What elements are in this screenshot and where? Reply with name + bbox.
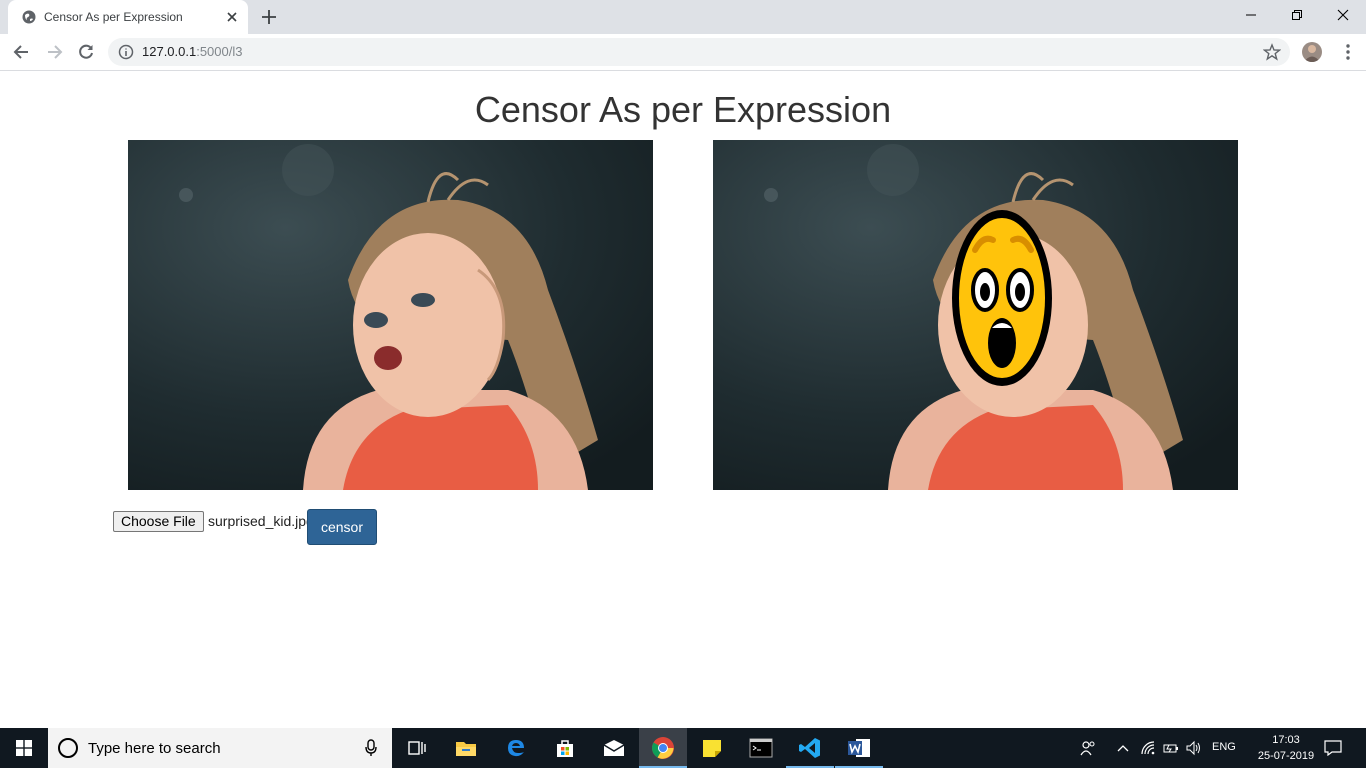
tab-strip: Censor As per Expression [0,0,1366,34]
cortana-icon [58,738,78,758]
notification-icon[interactable] [1324,740,1342,756]
back-arrow-icon[interactable] [12,42,32,62]
chevron-up-icon[interactable] [1115,740,1131,756]
profile-picture [1304,45,1320,62]
close-window-button[interactable] [1320,0,1366,30]
globe-icon [22,10,36,24]
edge-icon [508,740,524,757]
info-icon[interactable] [118,44,134,60]
taskbar: Type here to search ENG 17:03 25-07-2019 [0,728,1366,768]
censor-button[interactable]: censor [307,509,377,545]
close-icon[interactable] [224,9,240,25]
restore-button[interactable] [1274,0,1320,30]
command-prompt-button[interactable] [737,728,785,768]
selected-file-name: surprised_kid.jpg [208,513,308,529]
forward-arrow-icon[interactable] [44,42,64,62]
edge-button[interactable] [492,728,540,768]
close-icon [1337,9,1349,21]
battery-icon[interactable] [1163,740,1179,756]
address-bar[interactable]: 127.0.0.1:5000/l3 [108,38,1290,66]
microphone-icon[interactable] [364,739,378,757]
people-icon[interactable] [1080,740,1096,756]
tab-active[interactable]: Censor As per Expression [8,0,248,34]
vscode-icon [799,738,820,758]
volume-icon[interactable] [1186,740,1202,756]
browser-toolbar: 127.0.0.1:5000/l3 [0,34,1366,71]
star-icon[interactable] [1263,43,1281,61]
file-explorer-button[interactable] [442,728,490,768]
clock-time: 17:03 [1272,734,1300,746]
search-placeholder: Type here to search [88,740,221,757]
folder-icon [456,742,476,756]
chrome-icon [652,737,674,759]
tab-title: Censor As per Expression [44,10,183,24]
word-icon [848,739,870,757]
sticky-note-icon [703,740,721,757]
mail-icon [603,740,625,756]
input-language[interactable]: ENG [1212,741,1236,753]
choose-file-button[interactable]: Choose File [113,511,204,532]
store-button[interactable] [541,728,589,768]
shocked-emoji-icon [952,210,1052,386]
mail-button[interactable] [590,728,638,768]
page-content: Censor As per Expression Choose File sur… [0,71,1366,728]
plus-icon[interactable] [260,8,278,26]
avatar[interactable] [1302,42,1322,62]
minimize-icon [1246,14,1256,16]
minimize-button[interactable] [1228,0,1274,30]
reload-icon[interactable] [76,42,96,62]
censored-photo [713,140,1238,490]
restore-icon [1292,10,1302,20]
url-text[interactable]: 127.0.0.1:5000/l3 [142,44,242,59]
store-icon [557,740,573,757]
page-title: Censor As per Expression [474,89,892,130]
task-view-icon [408,741,426,755]
more-vert-icon[interactable] [1338,42,1358,62]
word-button[interactable] [835,728,883,768]
terminal-icon [749,738,773,758]
wifi-icon[interactable] [1140,740,1156,756]
windows-logo-icon [16,740,32,756]
original-photo [128,140,653,490]
taskbar-search[interactable]: Type here to search [48,728,392,768]
chrome-button[interactable] [639,728,687,768]
system-clock[interactable]: 17:03 25-07-2019 [1256,732,1316,764]
vscode-button[interactable] [786,728,834,768]
sticky-notes-button[interactable] [688,728,736,768]
clock-date: 25-07-2019 [1257,750,1315,762]
task-view-button[interactable] [392,728,440,768]
start-button[interactable] [0,728,48,768]
